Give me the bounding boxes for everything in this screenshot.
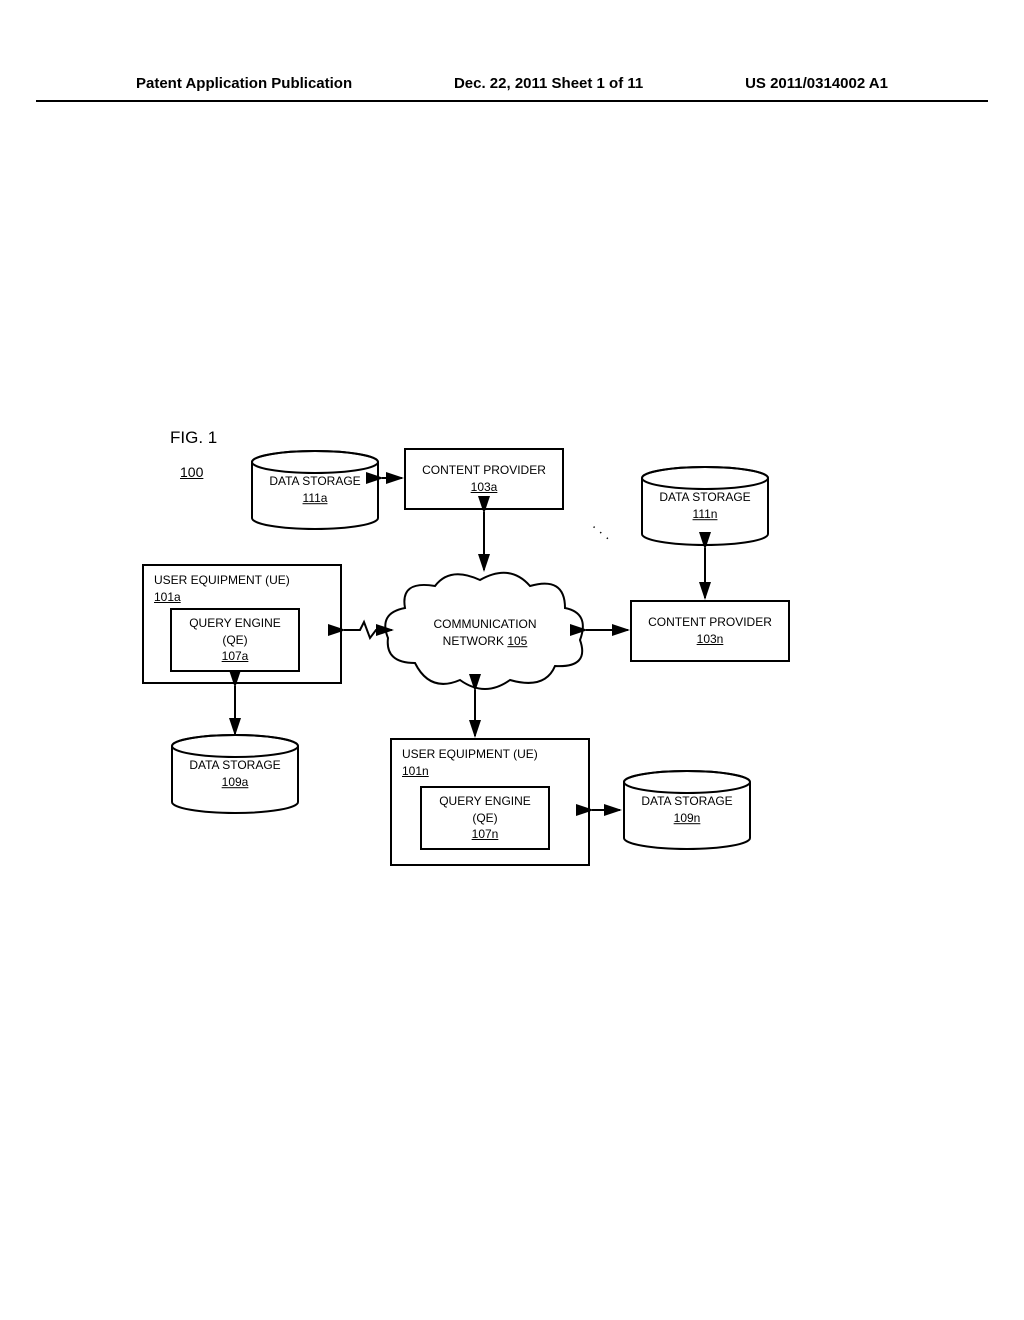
content-provider-103a: CONTENT PROVIDER 103a (404, 448, 564, 510)
cp-103a-ref: 103a (471, 479, 498, 496)
data-storage-109a: DATA STORAGE 109a (170, 734, 300, 814)
ue-101a-title: USER EQUIPMENT (UE) (154, 573, 290, 587)
content-provider-103n: CONTENT PROVIDER 103n (630, 600, 790, 662)
data-storage-111n: DATA STORAGE 111n (640, 466, 770, 546)
qe-107a-ref: 107a (222, 648, 249, 665)
ellipsis-dots: ··· (588, 519, 618, 548)
ue-101n-ref: 101n (402, 764, 429, 778)
ue-101n-title: USER EQUIPMENT (UE) (402, 747, 538, 761)
communication-network: COMMUNICATION NETWORK 105 (380, 568, 590, 698)
header-left: Patent Application Publication (136, 75, 352, 92)
ds-109a-title: DATA STORAGE (189, 758, 280, 772)
network-title: COMMUNICATION (433, 617, 536, 631)
ds-111a-ref: 111a (303, 491, 328, 505)
query-engine-107n: QUERY ENGINE (QE) 107n (420, 786, 550, 850)
qe-107n-ref: 107n (472, 826, 499, 843)
network-sub: NETWORK (443, 634, 508, 648)
figure-1-diagram: FIG. 1 100 DATA STORAGE 111a CONTENT PRO… (70, 130, 954, 1240)
page: Patent Application Publication Dec. 22, … (0, 0, 1024, 1320)
qe-107n-sub: (QE) (472, 810, 497, 827)
ue-101a-ref: 101a (154, 590, 181, 604)
data-storage-109n: DATA STORAGE 109n (622, 770, 752, 850)
ds-111n-title: DATA STORAGE (659, 490, 750, 504)
data-storage-111a: DATA STORAGE 111a (250, 450, 380, 530)
figure-reference: 100 (180, 464, 203, 480)
cp-103n-title: CONTENT PROVIDER (648, 614, 772, 631)
ds-109a-ref: 109a (222, 775, 249, 789)
cp-103a-title: CONTENT PROVIDER (422, 462, 546, 479)
query-engine-107a: QUERY ENGINE (QE) 107a (170, 608, 300, 672)
ds-109n-ref: 109n (674, 811, 701, 825)
qe-107n-title: QUERY ENGINE (439, 793, 531, 810)
ds-111n-ref: 111n (693, 507, 718, 521)
header-right: US 2011/0314002 A1 (745, 75, 888, 92)
header-center: Dec. 22, 2011 Sheet 1 of 11 (454, 75, 643, 92)
cp-103n-ref: 103n (697, 631, 724, 648)
qe-107a-title: QUERY ENGINE (189, 615, 281, 632)
figure-label: FIG. 1 (170, 428, 217, 448)
network-ref: 105 (507, 634, 527, 648)
ds-111a-title: DATA STORAGE (269, 474, 360, 488)
ds-109n-title: DATA STORAGE (641, 794, 732, 808)
page-header: Patent Application Publication Dec. 22, … (36, 75, 988, 102)
qe-107a-sub: (QE) (222, 632, 247, 649)
